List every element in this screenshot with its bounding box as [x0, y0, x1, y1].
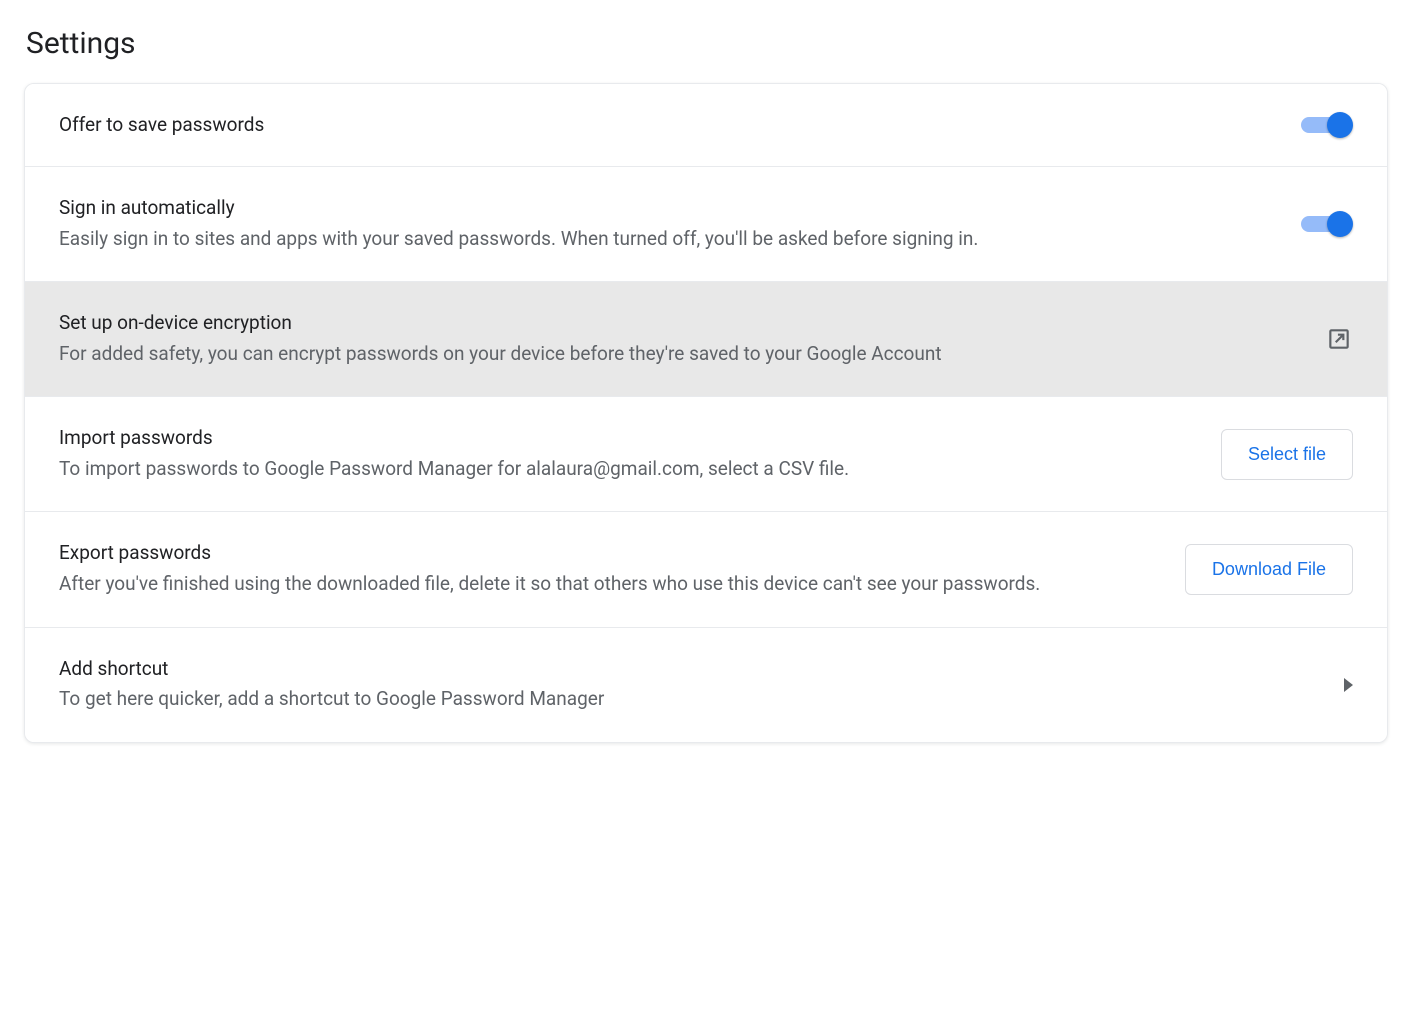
row-add-shortcut[interactable]: Add shortcut To get here quicker, add a … [25, 628, 1387, 742]
row-sign-in-automatically: Sign in automatically Easily sign in to … [25, 167, 1387, 282]
select-file-button[interactable]: Select file [1221, 429, 1353, 480]
row-on-device-encryption[interactable]: Set up on-device encryption For added sa… [25, 282, 1387, 397]
row-desc: After you've finished using the download… [59, 570, 1145, 599]
row-desc: Easily sign in to sites and apps with yo… [59, 225, 1261, 254]
offer-save-passwords-toggle[interactable] [1301, 112, 1353, 138]
row-title: Add shortcut [59, 656, 1304, 682]
row-desc: To get here quicker, add a shortcut to G… [59, 685, 1304, 714]
row-title: Offer to save passwords [59, 112, 1261, 138]
row-offer-save-passwords: Offer to save passwords [25, 84, 1387, 167]
row-title: Import passwords [59, 425, 1181, 451]
row-export-passwords: Export passwords After you've finished u… [25, 512, 1387, 627]
row-desc: To import passwords to Google Password M… [59, 455, 1181, 484]
row-title: Export passwords [59, 540, 1145, 566]
settings-card: Offer to save passwords Sign in automati… [24, 83, 1388, 743]
open-external-icon[interactable] [1325, 325, 1353, 353]
chevron-right-icon [1344, 678, 1353, 692]
row-import-passwords: Import passwords To import passwords to … [25, 397, 1387, 512]
row-title: Sign in automatically [59, 195, 1261, 221]
row-title: Set up on-device encryption [59, 310, 1285, 336]
row-desc: For added safety, you can encrypt passwo… [59, 340, 1285, 369]
sign-in-automatically-toggle[interactable] [1301, 211, 1353, 237]
page-title: Settings [26, 26, 1388, 61]
download-file-button[interactable]: Download File [1185, 544, 1353, 595]
